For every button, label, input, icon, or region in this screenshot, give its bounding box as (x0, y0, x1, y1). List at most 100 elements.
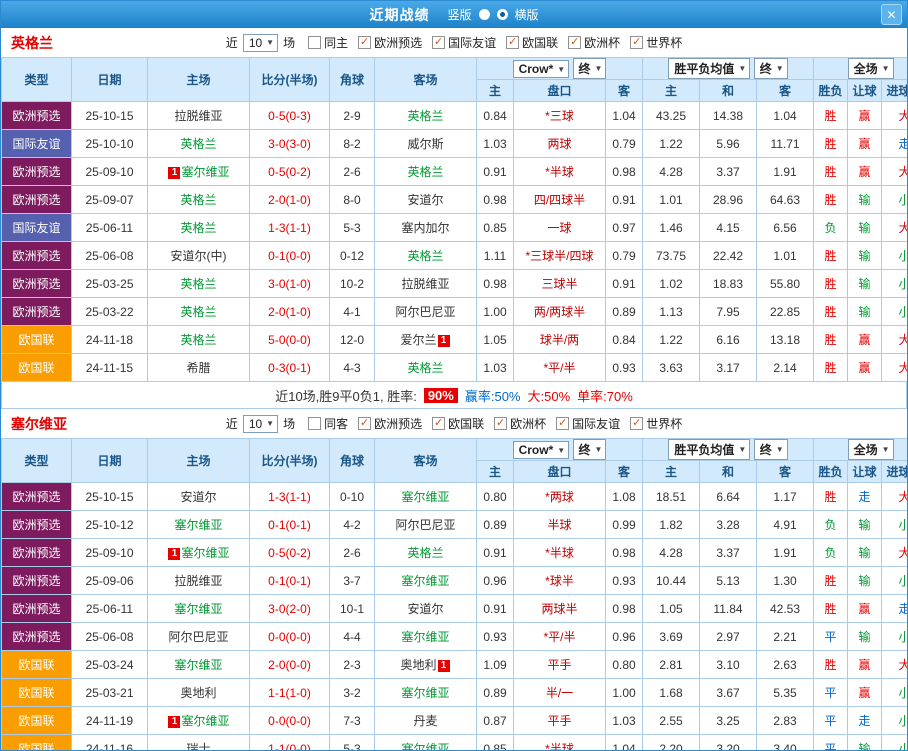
score: 0-5(0-2) (249, 157, 330, 186)
filter-checkbox[interactable]: ✓ (630, 36, 644, 49)
col-handicap-result: 让球 (847, 460, 883, 483)
filter-option[interactable]: ✓ 国际友谊 (556, 415, 620, 432)
handicap-home-odds: 0.84 (476, 101, 514, 130)
competition-type: 欧洲预选 (1, 241, 72, 270)
filter-checkbox[interactable]: ✓ (432, 36, 446, 49)
filter-checkbox[interactable] (308, 36, 322, 49)
filter-checkbox-label[interactable]: 国际友谊 (448, 34, 496, 51)
filter-option[interactable]: ✓ 欧洲杯 (494, 415, 546, 432)
away-team: 丹麦 (374, 706, 477, 735)
scope-select[interactable]: 全场 ▼ (847, 439, 894, 460)
horizontal-layout-radio[interactable] (496, 9, 508, 20)
avg-win-odds: 1.22 (642, 325, 700, 354)
serbia-filter-bar: 塞尔维亚 近 10 ▼ 场 同客 ✓ 欧洲预选 ✓ 欧国联 ✓ 欧洲杯 ✓ 国际友谊 ✓ 世界杯 (1, 409, 907, 438)
filter-checkbox-label[interactable]: 欧洲预选 (374, 415, 422, 432)
filter-checkbox[interactable]: ✓ (494, 417, 508, 430)
handicap-away-odds: 1.08 (605, 482, 643, 511)
filter-checkbox-label[interactable]: 欧洲杯 (584, 34, 620, 51)
avg-draw-odds: 3.10 (699, 650, 757, 679)
filter-checkbox[interactable]: ✓ (556, 417, 570, 430)
result-outcome: 胜 (813, 650, 849, 679)
result-handicap: 赢 (847, 650, 883, 679)
vertical-layout-label[interactable]: 竖版 (447, 6, 471, 23)
filter-checkbox-label[interactable]: 同客 (324, 415, 348, 432)
filter-option[interactable]: ✓ 世界杯 (630, 34, 682, 51)
filter-checkbox-label[interactable]: 欧国联 (448, 415, 484, 432)
avg-final-select[interactable]: 终 ▼ (753, 58, 788, 79)
bookmaker-select[interactable]: Crow* ▼ (512, 60, 570, 78)
match-row: 欧洲预选 25-10-15 安道尔 1-3(1-1) 0-10 塞尔维亚 0.80 *两球 1.… (1, 482, 907, 511)
filter-option[interactable]: ✓ 欧洲杯 (568, 34, 620, 51)
wdl-average-value: 胜平负均值 (674, 443, 735, 457)
bookmaker-select[interactable]: Crow* ▼ (512, 441, 570, 459)
home-team: 拉脱维亚 (147, 566, 250, 595)
avg-draw-odds: 3.20 (699, 734, 757, 750)
result-outcome: 胜 (813, 482, 849, 511)
filter-option[interactable]: ✓ 欧洲预选 (358, 415, 422, 432)
away-team: 拉脱维亚 (374, 269, 477, 298)
england-filters: 近 10 ▼ 场 同主 ✓ 欧洲预选 ✓ 国际友谊 ✓ 欧国联 ✓ 欧洲杯 ✓ 世界杯 (226, 33, 682, 52)
red-card-badge: 1 (437, 335, 450, 347)
handicap-away-odds: 0.80 (605, 650, 643, 679)
filter-checkbox-label[interactable]: 世界杯 (646, 34, 682, 51)
chevron-down-icon: ▼ (557, 64, 566, 74)
avg-lose-odds: 13.18 (755, 325, 815, 354)
handicap-away-odds: 0.79 (605, 129, 643, 158)
score: 2-0(1-0) (249, 297, 330, 326)
win-rate-badge: 90% (423, 387, 458, 403)
avg-final-select[interactable]: 终 ▼ (753, 439, 788, 460)
match-count-select[interactable]: 10 ▼ (242, 414, 279, 433)
filter-checkbox-label[interactable]: 欧国联 (522, 34, 558, 51)
match-count-select[interactable]: 10 ▼ (242, 33, 279, 52)
filter-option[interactable]: ✓ 欧国联 (432, 415, 484, 432)
odds-final-select[interactable]: 终 ▼ (572, 58, 607, 79)
avg-lose-odds: 42.53 (755, 594, 815, 623)
competition-type: 欧洲预选 (1, 185, 72, 214)
score: 3-0(3-0) (249, 129, 330, 158)
filter-option[interactable]: ✓ 世界杯 (630, 415, 682, 432)
filter-checkbox[interactable]: ✓ (630, 417, 644, 430)
vertical-layout-radio[interactable] (478, 9, 490, 20)
filter-option[interactable]: ✓ 欧国联 (506, 34, 558, 51)
home-team: 奥地利 (147, 678, 250, 707)
filter-checkbox-label[interactable]: 国际友谊 (572, 415, 620, 432)
filter-checkbox[interactable] (308, 417, 322, 430)
filter-checkbox[interactable]: ✓ (432, 417, 446, 430)
col-avg-lose: 客 (755, 79, 815, 102)
titlebar: 近期战绩 竖版 横版 ✕ (1, 1, 907, 28)
handicap-home-odds: 0.98 (476, 185, 514, 214)
filter-checkbox[interactable]: ✓ (358, 36, 372, 49)
match-row: 欧洲预选 25-10-12 塞尔维亚 0-1(0-1) 4-2 阿尔巴尼亚 0.89 半球 0.… (1, 510, 907, 539)
avg-win-odds: 4.28 (642, 538, 700, 567)
horizontal-layout-label[interactable]: 横版 (515, 6, 539, 23)
odds-final-value: 终 (578, 443, 591, 457)
filter-checkbox[interactable]: ✓ (568, 36, 582, 49)
filter-checkbox-label[interactable]: 欧洲预选 (374, 34, 422, 51)
filter-checkbox-label[interactable]: 世界杯 (646, 415, 682, 432)
result-goals: 大 (881, 482, 907, 511)
col-handicap: 盘口 (513, 79, 606, 102)
filter-option[interactable]: ✓ 欧洲预选 (358, 34, 422, 51)
close-button[interactable]: ✕ (881, 4, 902, 25)
filter-checkbox[interactable]: ✓ (358, 417, 372, 430)
odds-final-select[interactable]: 终 ▼ (572, 439, 607, 460)
filter-option[interactable]: 同客 (308, 415, 348, 432)
col-avg-lose: 客 (755, 460, 815, 483)
result-handicap: 赢 (847, 325, 883, 354)
filter-option[interactable]: ✓ 国际友谊 (432, 34, 496, 51)
competition-type: 欧洲预选 (1, 622, 72, 651)
scope-select[interactable]: 全场 ▼ (847, 58, 894, 79)
avg-win-odds: 1.01 (642, 185, 700, 214)
red-card-badge: 1 (437, 660, 450, 672)
result-goals: 大 (881, 325, 907, 354)
wdl-average-select[interactable]: 胜平负均值 ▼ (668, 439, 751, 460)
filter-option[interactable]: 同主 (308, 34, 348, 51)
wdl-average-select[interactable]: 胜平负均值 ▼ (668, 58, 751, 79)
col-home: 主场 (147, 438, 250, 483)
result-handicap: 输 (847, 213, 883, 242)
filter-checkbox-label[interactable]: 欧洲杯 (510, 415, 546, 432)
filter-checkbox-label[interactable]: 同主 (324, 34, 348, 51)
competition-type: 欧洲预选 (1, 538, 72, 567)
filter-checkbox[interactable]: ✓ (506, 36, 520, 49)
corner-score: 12-0 (329, 325, 375, 354)
